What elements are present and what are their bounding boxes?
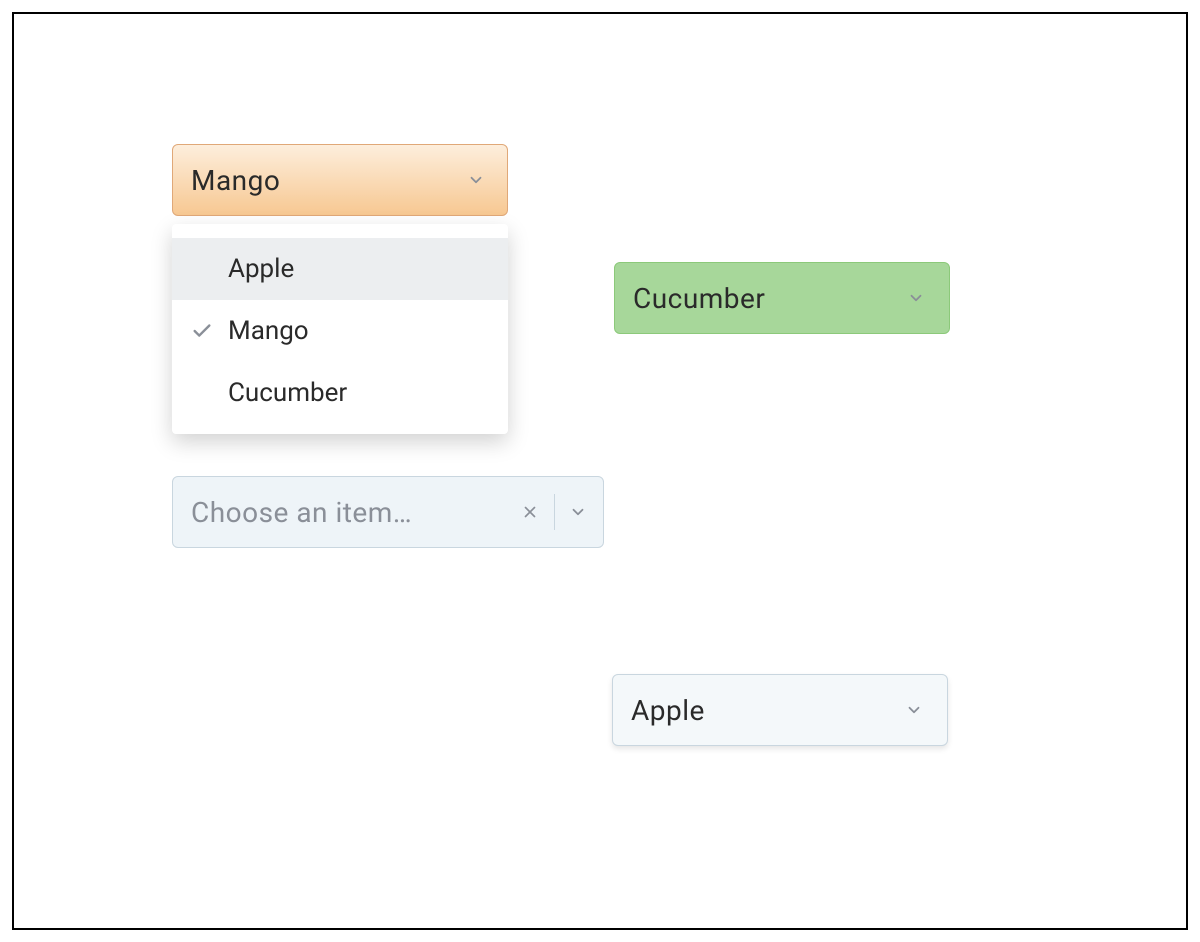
combobox-option-mango[interactable]: Mango — [172, 300, 508, 362]
option-check-placeholder — [190, 257, 214, 281]
combobox-default-selected-label: Apple — [631, 694, 705, 727]
chevron-down-icon — [903, 699, 925, 721]
combobox-green[interactable]: Cucumber — [614, 262, 950, 334]
demo-frame: Mango Apple Mango Cucumber Cucumber — [12, 12, 1188, 930]
divider — [554, 494, 555, 530]
chevron-down-icon — [465, 169, 487, 191]
combobox-default[interactable]: Apple — [612, 674, 948, 746]
combobox-orange-selected-label: Mango — [191, 164, 280, 197]
option-label: Mango — [228, 316, 309, 346]
combobox-orange: Mango Apple Mango Cucumber — [172, 144, 508, 216]
combobox-orange-listbox: Apple Mango Cucumber — [172, 224, 508, 434]
combobox-option-apple[interactable]: Apple — [172, 238, 508, 300]
combobox-green-selected-label: Cucumber — [633, 282, 765, 315]
option-check-placeholder — [190, 381, 214, 405]
chevron-down-icon — [905, 287, 927, 309]
option-label: Apple — [228, 254, 294, 284]
chevron-down-icon[interactable] — [567, 501, 589, 523]
check-icon — [190, 319, 214, 343]
option-label: Cucumber — [228, 378, 347, 408]
clear-icon[interactable] — [516, 498, 544, 526]
combobox-orange-button[interactable]: Mango — [172, 144, 508, 216]
combobox-clearable[interactable]: Choose an item… — [172, 476, 604, 548]
combobox-option-cucumber[interactable]: Cucumber — [172, 362, 508, 424]
combobox-clearable-placeholder: Choose an item… — [191, 496, 516, 529]
